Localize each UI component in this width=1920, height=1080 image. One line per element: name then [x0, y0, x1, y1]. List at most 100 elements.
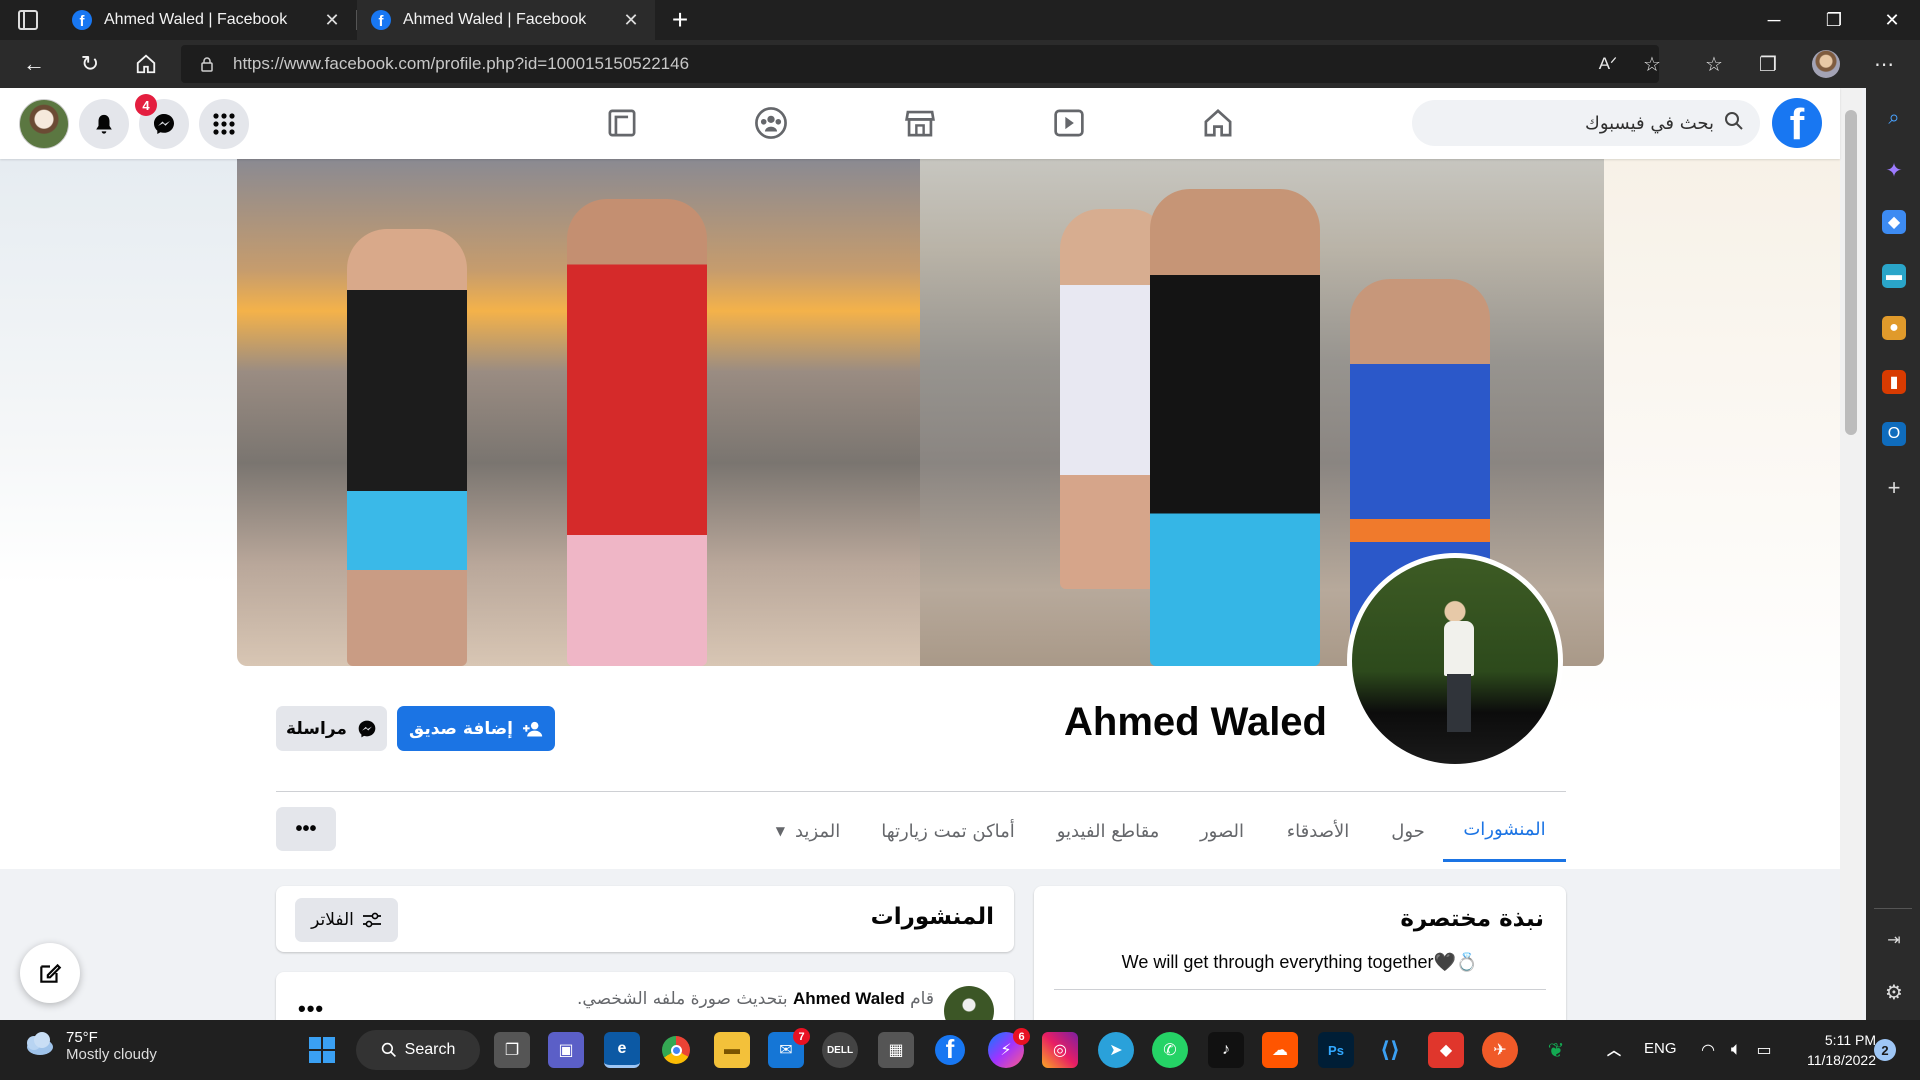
facebook-search[interactable] — [1412, 100, 1760, 146]
filters-button[interactable]: الفلاتر — [295, 898, 398, 942]
person-figure — [347, 229, 467, 666]
browser-tab-2-active[interactable]: f Ahmed Waled | Facebook ✕ — [357, 0, 655, 40]
favorites-icon[interactable]: ☆ — [1698, 48, 1730, 80]
tab-about[interactable]: حول — [1376, 800, 1440, 862]
close-window-icon[interactable]: ✕ — [1862, 0, 1920, 40]
postman-icon[interactable]: ✈ — [1482, 1032, 1518, 1068]
tab-more[interactable]: المزيد ▼ — [760, 800, 856, 862]
add-favorite-icon[interactable]: ☆ — [1636, 48, 1668, 80]
address-bar[interactable]: https://www.facebook.com/profile.php?id=… — [181, 45, 1659, 83]
instagram-icon[interactable]: ◎ — [1042, 1032, 1078, 1068]
settings-more-icon[interactable]: ⋯ — [1868, 48, 1900, 80]
discover-icon[interactable]: ✦ — [1882, 158, 1906, 182]
battery-icon[interactable]: ▭ — [1746, 1032, 1782, 1068]
windows-start-icon[interactable] — [304, 1032, 340, 1068]
account-avatar[interactable] — [19, 99, 69, 149]
minimize-icon[interactable]: ─ — [1744, 0, 1804, 40]
back-icon[interactable]: ← — [16, 46, 52, 82]
file-explorer-icon[interactable]: ▬ — [714, 1032, 750, 1068]
teams-chat-icon[interactable]: ▣ — [548, 1032, 584, 1068]
shopping-icon[interactable]: ◆ — [1882, 210, 1906, 234]
search-input[interactable] — [1464, 112, 1714, 134]
intro-title: نبذة مختصرة — [1400, 906, 1544, 932]
notification-center-badge[interactable]: 2 — [1874, 1039, 1896, 1061]
refresh-icon[interactable]: ↻ — [72, 46, 108, 82]
tab-title: Ahmed Waled | Facebook — [104, 11, 288, 28]
post-author-name[interactable]: Ahmed Waled — [793, 989, 905, 1008]
new-message-button[interactable] — [20, 943, 80, 1003]
language-indicator[interactable]: ENG — [1644, 1040, 1677, 1057]
messenger-icon — [358, 720, 376, 737]
add-sidebar-app-icon[interactable]: + — [1882, 475, 1906, 500]
add-friend-button[interactable]: إضافة صديق — [397, 706, 555, 751]
tab-photos[interactable]: الصور — [1182, 800, 1262, 862]
close-tab-icon[interactable]: ✕ — [322, 10, 342, 31]
photoshop-icon[interactable]: Ps — [1318, 1032, 1354, 1068]
hide-sidebar-icon[interactable]: ⇥ — [1882, 928, 1906, 952]
office-icon[interactable]: ▮ — [1882, 370, 1906, 394]
games-icon[interactable]: ● — [1882, 316, 1906, 340]
notifications-button[interactable] — [79, 99, 129, 149]
taskbar-search-label: Search — [404, 1041, 456, 1058]
home-icon[interactable] — [128, 46, 164, 82]
outlook-icon[interactable]: O — [1882, 422, 1906, 446]
facebook-logo[interactable]: f — [1772, 98, 1822, 148]
profile-avatar[interactable] — [1810, 48, 1842, 80]
chrome-icon[interactable] — [658, 1032, 694, 1068]
person-figure — [1150, 189, 1320, 666]
collections-icon[interactable]: ❐ — [1752, 48, 1784, 80]
messenger-icon — [154, 114, 174, 134]
edge-sidebar: ⌕ ✦ ◆ ▬ ● ▮ O + ⇥ ⚙ — [1866, 88, 1920, 1020]
nav-home[interactable] — [1158, 94, 1278, 152]
taskbar-search[interactable]: Search — [356, 1030, 480, 1070]
tools-icon[interactable]: ▬ — [1882, 264, 1906, 288]
task-view-icon[interactable]: ❐ — [494, 1032, 530, 1068]
nav-groups[interactable] — [711, 94, 831, 152]
cover-photo-left — [237, 159, 920, 666]
tab-places-visited[interactable]: أماكن تمت زيارتها — [862, 800, 1034, 862]
weather-condition: Mostly cloudy — [66, 1046, 157, 1063]
vscode-icon[interactable]: ⟨⟩ — [1372, 1032, 1408, 1068]
sidebar-settings-icon[interactable]: ⚙ — [1882, 980, 1906, 1004]
edge-taskbar-icon[interactable]: e — [604, 1032, 640, 1068]
nav-marketplace[interactable] — [860, 94, 980, 152]
browser-toolbar: ← ↻ https://www.facebook.com/profile.php… — [0, 40, 1920, 88]
facebook-header: f 4 — [0, 88, 1840, 159]
dell-icon[interactable]: DELL — [822, 1032, 858, 1068]
nav-gaming[interactable] — [562, 94, 682, 152]
mail-icon[interactable]: ✉ 7 — [768, 1028, 810, 1068]
close-tab-icon[interactable]: ✕ — [621, 10, 641, 31]
read-aloud-icon[interactable]: Aᐟ — [1592, 48, 1624, 80]
whatsapp-icon[interactable]: ✆ — [1152, 1032, 1188, 1068]
soundcloud-icon[interactable]: ☁ — [1262, 1032, 1298, 1068]
tab-friends[interactable]: الأصدقاء — [1268, 800, 1368, 862]
page-scrollbar[interactable] — [1840, 88, 1862, 1020]
tab-actions-icon[interactable] — [18, 10, 38, 30]
menu-button[interactable] — [199, 99, 249, 149]
tiktok-icon[interactable]: ♪ — [1208, 1032, 1244, 1068]
mongodb-icon[interactable]: ❦ — [1538, 1032, 1574, 1068]
more-options-button[interactable]: ••• — [276, 807, 336, 851]
taskbar-clock[interactable]: 5:11 PM 11/18/2022 — [1786, 1030, 1876, 1070]
person-figure — [567, 199, 707, 666]
nav-watch[interactable] — [1009, 94, 1129, 152]
message-button[interactable]: مراسلة — [276, 706, 387, 751]
post-menu-button[interactable]: ••• — [298, 996, 324, 1022]
clock-date: 11/18/2022 — [1806, 1052, 1876, 1068]
browser-tab-1[interactable]: f Ahmed Waled | Facebook ✕ — [58, 0, 356, 40]
telegram-icon[interactable]: ➤ — [1098, 1032, 1134, 1068]
weather-widget[interactable]: 75°F Mostly cloudy — [22, 1029, 157, 1063]
facebook-app-icon[interactable]: f — [932, 1032, 968, 1068]
tab-videos[interactable]: مقاطع الفيديو — [1040, 800, 1176, 862]
anydesk-icon[interactable]: ◆ — [1428, 1032, 1464, 1068]
tray-overflow-icon[interactable]: ︿ — [1596, 1032, 1632, 1068]
microsoft-store-icon[interactable]: ▦ — [878, 1032, 914, 1068]
search-icon[interactable]: ⌕ — [1882, 106, 1906, 130]
profile-picture[interactable] — [1347, 553, 1563, 769]
new-tab-button[interactable]: + — [664, 4, 696, 36]
messenger-app-icon[interactable]: ⚡ 6 — [988, 1028, 1030, 1068]
restore-icon[interactable]: ❐ — [1804, 0, 1864, 40]
post-action-text: بتحديث صورة ملفه الشخصي. — [577, 989, 788, 1009]
tab-posts[interactable]: المنشورات — [1443, 800, 1566, 862]
facebook-favicon-icon: f — [371, 10, 391, 30]
